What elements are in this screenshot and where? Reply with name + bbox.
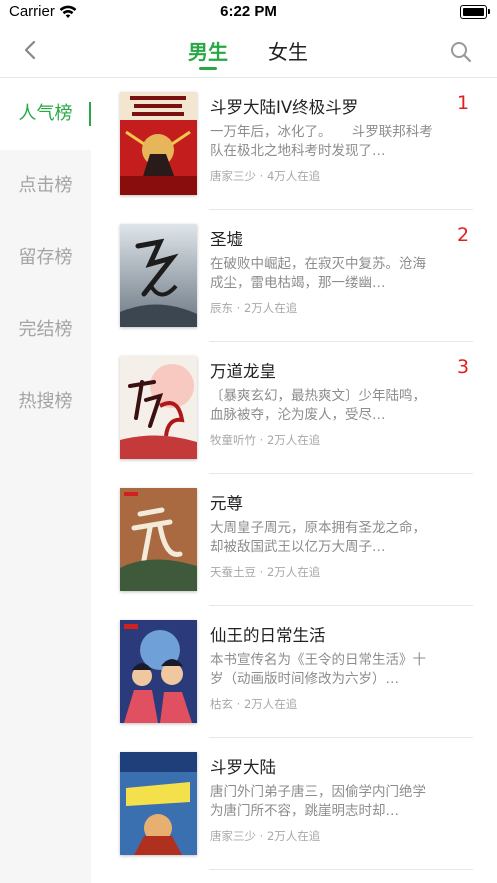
rank-number: 3: [457, 356, 470, 378]
sidebar-item-popular[interactable]: 人气榜: [0, 78, 91, 150]
tab-indicator: [199, 67, 217, 70]
back-button[interactable]: [20, 36, 44, 64]
book-meta: 辰东 · 2万人在追: [210, 301, 298, 315]
list-item[interactable]: 圣墟 2 在破败中崛起，在寂灭中复苏。沧海成尘，雷电枯竭，那一缕幽… 辰东 · …: [91, 210, 497, 342]
battery-icon: [460, 5, 490, 19]
book-meta: 天蚕土豆 · 2万人在追: [210, 565, 321, 579]
book-description: 大周皇子周元，原本拥有圣龙之命，却被敌国武王以亿万大周子…: [210, 520, 426, 555]
search-icon: [451, 42, 472, 63]
list-item[interactable]: 斗罗大陆IV终极斗罗 1 一万年后，冰化了。 斗罗联邦科考队在极北之地科考时发现…: [91, 78, 497, 210]
list-item[interactable]: 元尊 大周皇子周元，原本拥有圣龙之命，却被敌国武王以亿万大周子… 天蚕土豆 · …: [91, 474, 497, 606]
book-meta: 牧童听竹 · 2万人在追: [210, 433, 321, 447]
book-cover: [120, 224, 197, 327]
list-item[interactable]: 万道龙皇 3 〔暴爽玄幻，最热爽文〕少年陆鸣，血脉被夺，沦为废人，受尽… 牧童听…: [91, 342, 497, 474]
book-title: 元尊: [210, 494, 243, 513]
ranking-sidebar: 人气榜 点击榜 留存榜 完结榜 热搜榜: [0, 78, 91, 883]
sidebar-item-label: 完结榜: [18, 319, 73, 340]
status-bar: Carrier 6:22 PM: [0, 0, 497, 26]
list-item[interactable]: 仙王的日常生活 本书宣传名为《王令的日常生活》十岁（动画版时间修改为六岁）… 枯…: [91, 606, 497, 738]
book-title: 斗罗大陆: [210, 758, 276, 777]
book-meta: 唐家三少 · 4万人在追: [210, 169, 321, 183]
list-item[interactable]: 斗罗大陆 唐门外门弟子唐三，因偷学内门绝学为唐门所不容，跳崖明志时却… 唐家三少…: [91, 738, 497, 870]
tab-male[interactable]: 男生: [188, 36, 228, 65]
book-title: 仙王的日常生活: [210, 626, 326, 645]
book-title: 圣墟: [210, 230, 243, 249]
sidebar-item-label: 人气榜: [18, 103, 73, 124]
book-cover: [120, 92, 197, 195]
book-meta: 唐家三少 · 2万人在追: [210, 829, 321, 843]
book-cover: [120, 356, 197, 459]
sidebar-item-clicks[interactable]: 点击榜: [0, 150, 91, 222]
book-meta: 枯玄 · 2万人在追: [210, 697, 298, 711]
sidebar-item-retention[interactable]: 留存榜: [0, 222, 91, 294]
search-button[interactable]: [449, 40, 473, 64]
rank-number: 1: [457, 92, 470, 114]
rank-number: 2: [457, 224, 470, 246]
book-title: 斗罗大陆IV终极斗罗: [210, 98, 359, 117]
book-cover: [120, 488, 197, 591]
tab-female[interactable]: 女生: [268, 36, 308, 65]
sidebar-item-hot-search[interactable]: 热搜榜: [0, 366, 91, 438]
clock: 6:22 PM: [220, 3, 277, 20]
book-list: 斗罗大陆IV终极斗罗 1 一万年后，冰化了。 斗罗联邦科考队在极北之地科考时发现…: [91, 78, 497, 883]
book-cover: [120, 752, 197, 855]
nav-bar: 男生 女生: [0, 26, 497, 78]
book-description: 本书宣传名为《王令的日常生活》十岁（动画版时间修改为六岁）…: [210, 652, 426, 687]
book-description: 唐门外门弟子唐三，因偷学内门绝学为唐门所不容，跳崖明志时却…: [210, 784, 426, 819]
divider: [209, 869, 473, 870]
book-description: 在破败中崛起，在寂灭中复苏。沧海成尘，雷电枯竭，那一缕幽…: [210, 256, 426, 291]
book-cover: [120, 620, 197, 723]
sidebar-item-completed[interactable]: 完结榜: [0, 294, 91, 366]
book-description: 一万年后，冰化了。 斗罗联邦科考队在极北之地科考时发现了…: [210, 124, 433, 159]
sidebar-item-label: 热搜榜: [18, 391, 73, 412]
sidebar-item-label: 点击榜: [18, 175, 73, 196]
chevron-left-icon: [24, 40, 36, 60]
sidebar-item-label: 留存榜: [18, 247, 73, 268]
book-description: 〔暴爽玄幻，最热爽文〕少年陆鸣，血脉被夺，沦为废人，受尽…: [210, 388, 426, 423]
book-title: 万道龙皇: [210, 362, 276, 381]
